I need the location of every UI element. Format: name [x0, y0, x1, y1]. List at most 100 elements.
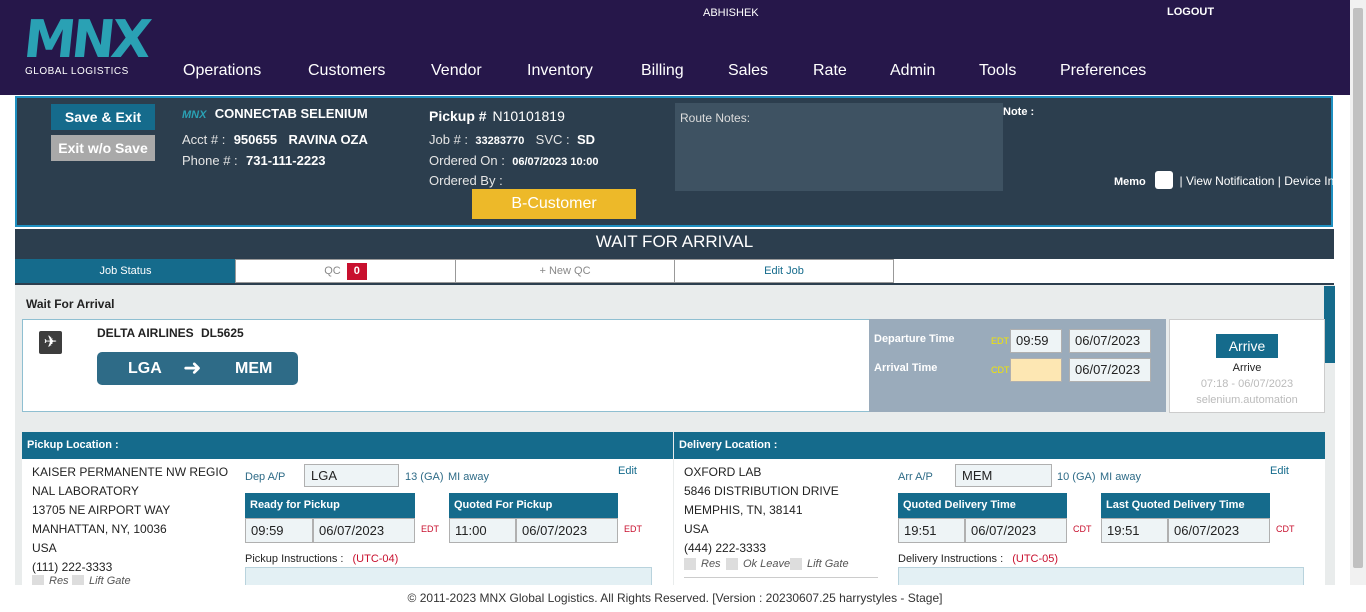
- arr-ap-ga: 10 (GA): [1057, 471, 1096, 483]
- nav-billing[interactable]: Billing: [641, 62, 684, 80]
- checkbox-icon: [790, 558, 802, 571]
- tab-qc[interactable]: QC 0: [235, 259, 456, 283]
- nav-vendor[interactable]: Vendor: [431, 62, 482, 80]
- mnx-logo[interactable]: MNX GLOBAL LOGISTICS: [20, 10, 164, 80]
- nav-preferences[interactable]: Preferences: [1060, 62, 1146, 80]
- pickup-edit-link[interactable]: Edit: [618, 465, 637, 477]
- arrive-button[interactable]: Arrive: [1216, 334, 1278, 358]
- pickup-address-line: 13705 NE AIRPORT WAY: [32, 503, 171, 517]
- ready-date-input[interactable]: 06/07/2023: [313, 518, 415, 543]
- nav-tools[interactable]: Tools: [979, 62, 1016, 80]
- last-quoted-time-input[interactable]: 19:51: [1101, 518, 1168, 543]
- ready-time-input[interactable]: 09:59: [245, 518, 313, 543]
- arrive-user: selenium.automation: [1196, 394, 1298, 406]
- pickup-address-line: KAISER PERMANENTE NW REGIO: [32, 465, 229, 479]
- departure-date-input[interactable]: 06/07/2023: [1069, 329, 1151, 353]
- delivery-address-line: OXFORD LAB: [684, 465, 762, 479]
- page-scrollbar[interactable]: [1350, 0, 1366, 585]
- dep-ap-away: MI away: [448, 471, 489, 483]
- phone-line: Phone # : 731-111-2223: [182, 153, 326, 168]
- nav-rate[interactable]: Rate: [813, 62, 847, 80]
- memo-link[interactable]: Memo: [1114, 176, 1146, 188]
- wait-section-label: Wait For Arrival: [26, 297, 115, 311]
- arr-ap-away: MI away: [1100, 471, 1141, 483]
- memo-icon[interactable]: [1155, 171, 1173, 189]
- pickup-instructions-input[interactable]: [245, 567, 652, 587]
- nav-admin[interactable]: Admin: [890, 62, 935, 80]
- departure-time-label: Departure Time: [874, 333, 955, 345]
- acct-name: RAVINA OZA: [288, 132, 368, 147]
- delivery-lift-gate-checkbox[interactable]: Lift Gate: [790, 558, 849, 571]
- arrive-status: Arrive: [1232, 362, 1262, 374]
- quoted-pickup-date-input[interactable]: 06/07/2023: [516, 518, 618, 543]
- delivery-res-checkbox[interactable]: Res: [684, 558, 721, 571]
- logo-wordmark: MNX: [20, 10, 151, 70]
- view-notification-link[interactable]: View Notification: [1186, 174, 1275, 188]
- tab-edit-job[interactable]: Edit Job: [674, 259, 894, 283]
- pickup-address-line: USA: [32, 541, 57, 555]
- quoted-pickup-time-input[interactable]: 11:00: [449, 518, 516, 543]
- quoted-delivery-date-input[interactable]: 06/07/2023: [965, 518, 1067, 543]
- delivery-instructions-input[interactable]: [898, 567, 1304, 587]
- last-quoted-delivery-header: Last Quoted Delivery Time: [1101, 493, 1270, 518]
- ordered-on-label: Ordered On :: [429, 153, 505, 168]
- customer-type-badge: B-Customer: [472, 189, 636, 219]
- departure-time-input[interactable]: 09:59: [1010, 329, 1062, 353]
- pickup-address-line: MANHATTAN, NY, 10036: [32, 522, 167, 536]
- arrive-timestamp: 07:18 - 06/07/2023: [1200, 378, 1294, 390]
- ordered-on-value: 06/07/2023 10:00: [512, 156, 599, 168]
- delivery-edit-link[interactable]: Edit: [1270, 465, 1289, 477]
- side-scroll-indicator[interactable]: [1324, 286, 1335, 363]
- arrival-time-input[interactable]: [1010, 358, 1062, 382]
- arrival-date-input[interactable]: 06/07/2023: [1069, 358, 1151, 382]
- arr-ap-label: Arr A/P: [898, 471, 933, 483]
- save-exit-button[interactable]: Save & Exit: [51, 104, 155, 130]
- nav-sales[interactable]: Sales: [728, 62, 768, 80]
- customer-line: MNX CONNECTAB SELENIUM: [182, 106, 368, 121]
- note-label: Note :: [1003, 106, 1035, 118]
- pickup-address-line: NAL LABORATORY: [32, 484, 139, 498]
- airline-name: DELTA AIRLINES: [97, 326, 194, 340]
- tab-new-qc[interactable]: + New QC: [455, 259, 675, 283]
- device-info-link[interactable]: Device Info: [1284, 174, 1344, 188]
- customer-name: CONNECTAB SELENIUM: [214, 106, 368, 121]
- delivery-location-header: Delivery Location :: [674, 432, 1325, 459]
- flight-route: LGA ➜ MEM: [97, 352, 298, 385]
- arrow-right-icon: ➜: [183, 355, 202, 380]
- dep-ap-input[interactable]: LGA: [304, 464, 399, 487]
- route-notes-label: Route Notes:: [680, 111, 751, 125]
- scrollbar-thumb[interactable]: [1353, 8, 1363, 568]
- last-quoted-date-input[interactable]: 06/07/2023: [1168, 518, 1270, 543]
- mnx-tag: MNX: [182, 109, 207, 121]
- flight-number: DL5625: [201, 326, 244, 340]
- quoted-delivery-time-input[interactable]: 19:51: [898, 518, 965, 543]
- tab-job-status[interactable]: Job Status: [15, 259, 236, 283]
- delivery-divider: [684, 577, 878, 578]
- pickup-address: KAISER PERMANENTE NW REGIO NAL LABORATORY…: [32, 463, 228, 577]
- pickup-number-line: Pickup # N10101819: [429, 108, 565, 124]
- ready-tz: EDT: [421, 524, 439, 534]
- logout-link[interactable]: LOGOUT: [1167, 6, 1214, 18]
- pickup-utc: (UTC-04): [352, 553, 399, 565]
- quoted-for-pickup-header: Quoted For Pickup: [449, 493, 618, 518]
- airplane-icon: ✈: [39, 331, 62, 354]
- delivery-address-line: (444) 222-3333: [684, 541, 767, 555]
- svc-value: SD: [576, 132, 596, 147]
- job-status-title: WAIT FOR ARRIVAL: [15, 229, 1334, 259]
- exit-without-save-button[interactable]: Exit w/o Save: [51, 135, 155, 161]
- arr-ap-input[interactable]: MEM: [955, 464, 1052, 487]
- acct-label: Acct # :: [182, 132, 226, 147]
- checkbox-icon: [726, 558, 738, 571]
- delivery-instructions-label: Delivery Instructions : (UTC-05): [898, 553, 1058, 565]
- delivery-ok-leave-label: Ok Leave: [743, 558, 791, 570]
- ordered-by-label: Ordered By :: [429, 173, 503, 188]
- qc-count-badge: 0: [346, 262, 367, 280]
- route-destination: MEM: [235, 360, 273, 377]
- route-notes-box[interactable]: Route Notes:: [675, 103, 1003, 191]
- dep-ap-label: Dep A/P: [245, 471, 286, 483]
- nav-operations[interactable]: Operations: [183, 62, 261, 80]
- delivery-ok-leave-checkbox[interactable]: Ok Leave: [726, 558, 791, 571]
- nav-customers[interactable]: Customers: [308, 62, 385, 80]
- svc-label: SVC :: [535, 132, 570, 147]
- nav-inventory[interactable]: Inventory: [527, 62, 593, 80]
